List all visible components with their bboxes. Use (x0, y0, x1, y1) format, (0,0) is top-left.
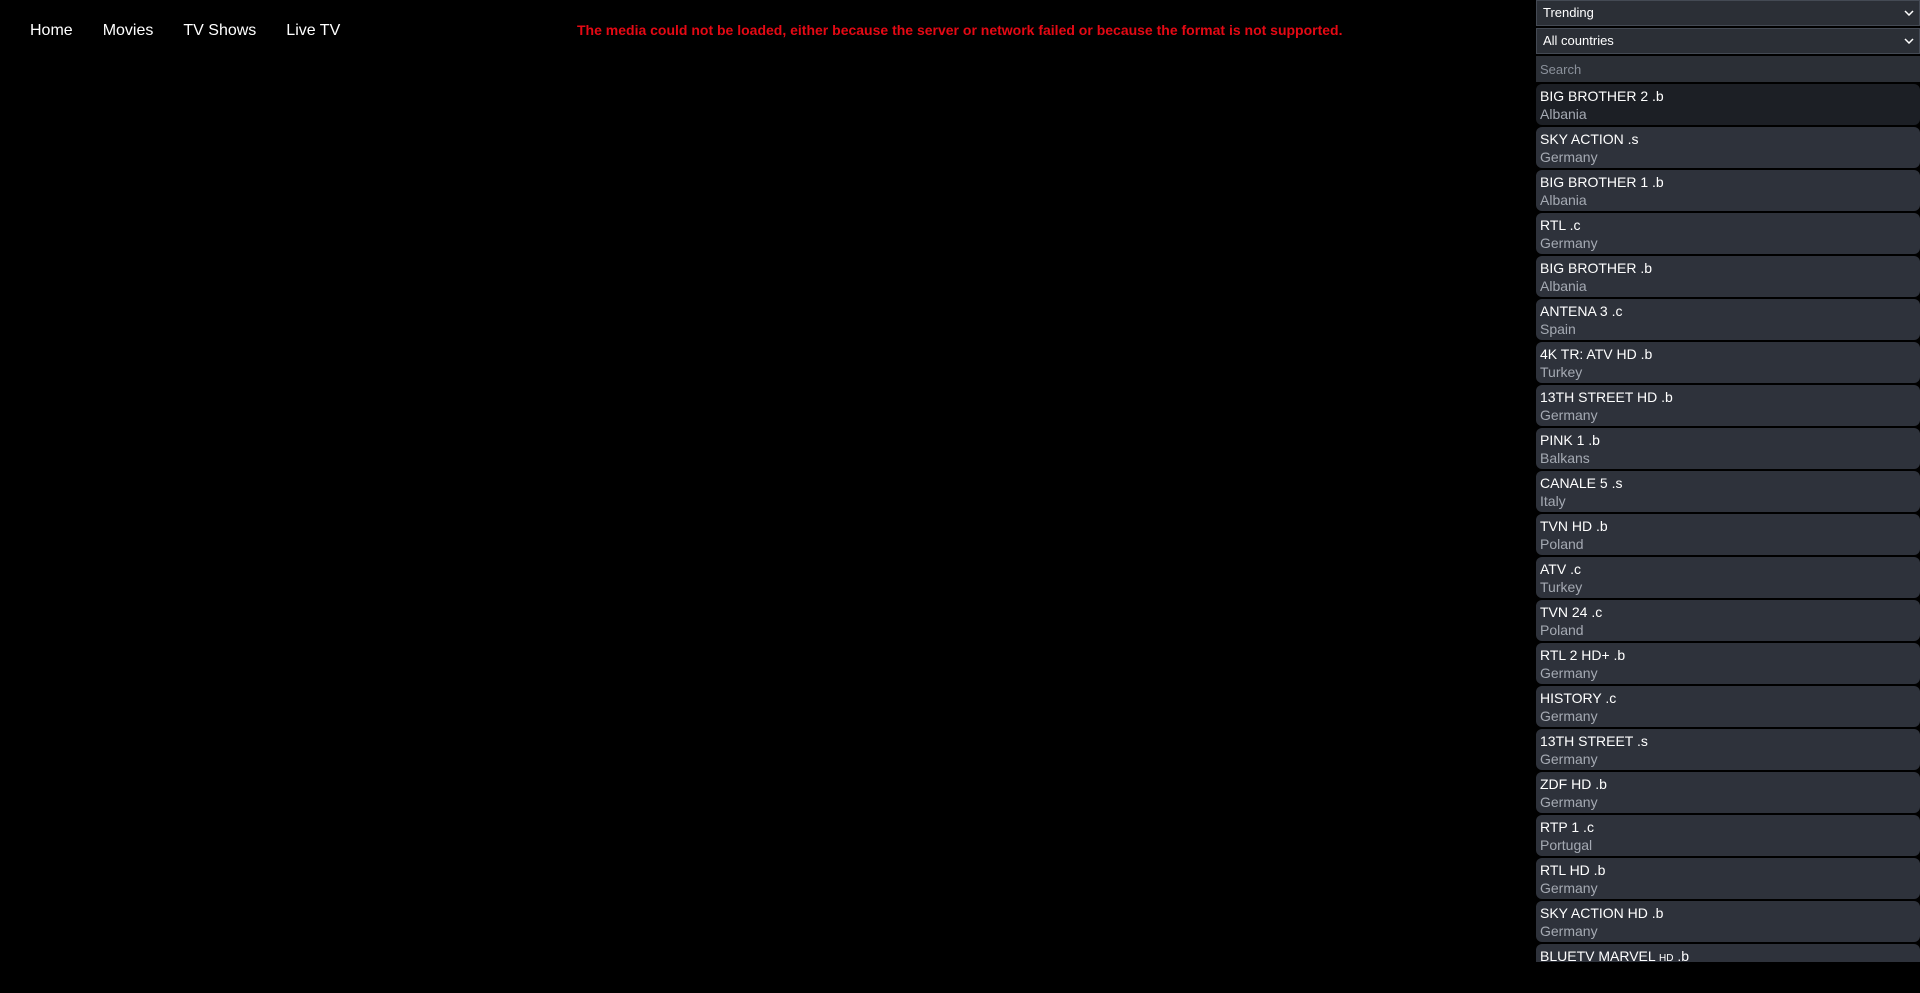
nav-home[interactable]: Home (30, 21, 73, 41)
nav-live-tv[interactable]: Live TV (286, 21, 340, 41)
channel-country: Germany (1540, 923, 1598, 939)
channel-name: BLUETV MARVEL HD .b (1540, 948, 1920, 962)
channel-name: SKY ACTION HD .b (1540, 905, 1664, 921)
channel-country: Portugal (1540, 837, 1593, 853)
channel-name: RTL .c (1540, 217, 1581, 233)
channel-item[interactable]: RTL 2 HD+ .b Germany (1536, 643, 1920, 684)
channel-item[interactable]: BIG BROTHER .b Albania (1536, 256, 1920, 297)
channel-name: TVN 24 .c (1540, 604, 1603, 620)
channel-name: 13TH STREET HD .b (1540, 389, 1673, 405)
channel-name-suffix: .b (1673, 948, 1690, 962)
main-nav: Home Movies TV Shows Live TV (30, 21, 370, 41)
search-input[interactable] (1536, 56, 1920, 82)
channel-country: Albania (1540, 106, 1587, 122)
channel-item[interactable]: RTL HD .b Germany (1536, 858, 1920, 899)
channel-sidebar: Trending All countries BIG BROTHER 2 .b A… (1536, 0, 1920, 962)
nav-tv-shows[interactable]: TV Shows (183, 21, 256, 41)
channel-country: Italy (1540, 493, 1566, 509)
channel-name: RTP 1 .c (1540, 819, 1594, 835)
channel-country: Turkey (1540, 579, 1583, 595)
channel-name: BIG BROTHER 1 .b (1540, 174, 1664, 190)
channel-name: BIG BROTHER 2 .b (1540, 88, 1664, 104)
channel-name: BIG BROTHER .b (1540, 260, 1653, 276)
channel-country: Germany (1540, 751, 1598, 767)
channel-item[interactable]: HISTORY .c Germany (1536, 686, 1920, 727)
channel-name: SKY ACTION .s (1540, 131, 1639, 147)
channel-country: Poland (1540, 536, 1584, 552)
channel-name: TVN HD .b (1540, 518, 1608, 534)
chevron-down-icon (1903, 1, 1915, 25)
channel-name: ATV .c (1540, 561, 1581, 577)
channel-item[interactable]: PINK 1 .b Balkans (1536, 428, 1920, 469)
channel-name: CANALE 5 .s (1540, 475, 1623, 491)
channel-name: ANTENA 3 .c (1540, 303, 1623, 319)
channel-name: RTL HD .b (1540, 862, 1606, 878)
channel-item[interactable]: 4K TR: ATV HD .b Turkey (1536, 342, 1920, 383)
sort-select-value: Trending (1543, 5, 1594, 20)
channel-item[interactable]: SKY ACTION HD .b Germany (1536, 901, 1920, 942)
channel-country: Spain (1540, 321, 1576, 337)
channel-item[interactable]: BLUETV MARVEL HD .b (1536, 944, 1920, 962)
channel-country: Germany (1540, 708, 1598, 724)
channel-country: Albania (1540, 278, 1587, 294)
channel-country: Balkans (1540, 450, 1590, 466)
country-select-value: All countries (1543, 33, 1614, 48)
chevron-down-icon (1903, 29, 1915, 53)
channel-item[interactable]: TVN 24 .c Poland (1536, 600, 1920, 641)
channel-item[interactable]: CANALE 5 .s Italy (1536, 471, 1920, 512)
channel-item[interactable]: RTL .c Germany (1536, 213, 1920, 254)
channel-name: RTL 2 HD+ .b (1540, 647, 1626, 663)
channel-country: Turkey (1540, 364, 1583, 380)
channel-name: ZDF HD .b (1540, 776, 1607, 792)
channel-item[interactable]: 13TH STREET HD .b Germany (1536, 385, 1920, 426)
channel-country: Germany (1540, 149, 1598, 165)
channel-country: Poland (1540, 622, 1584, 638)
channel-item[interactable]: 13TH STREET .s Germany (1536, 729, 1920, 770)
country-select[interactable]: All countries (1536, 28, 1920, 54)
channel-country: Germany (1540, 407, 1598, 423)
channel-name: PINK 1 .b (1540, 432, 1600, 448)
channel-item[interactable]: RTP 1 .c Portugal (1536, 815, 1920, 856)
nav-movies[interactable]: Movies (103, 21, 154, 41)
channel-name: 13TH STREET .s (1540, 733, 1648, 749)
channel-item[interactable]: BIG BROTHER 1 .b Albania (1536, 170, 1920, 211)
channel-item[interactable]: ATV .c Turkey (1536, 557, 1920, 598)
channel-name: 4K TR: ATV HD .b (1540, 346, 1653, 362)
channel-item[interactable]: ZDF HD .b Germany (1536, 772, 1920, 813)
page: Home Movies TV Shows Live TV The media c… (0, 0, 1920, 993)
channel-item[interactable]: TVN HD .b Poland (1536, 514, 1920, 555)
channel-name-hd: HD (1659, 953, 1674, 962)
channel-name: HISTORY .c (1540, 690, 1617, 706)
channel-country: Germany (1540, 665, 1598, 681)
sort-select[interactable]: Trending (1536, 0, 1920, 26)
channel-country: Germany (1540, 235, 1598, 251)
player-error-message: The media could not be loaded, either be… (577, 22, 1343, 38)
channel-item[interactable]: BIG BROTHER 2 .b Albania (1536, 84, 1920, 125)
channel-item[interactable]: ANTENA 3 .c Spain (1536, 299, 1920, 340)
channel-country: Albania (1540, 192, 1587, 208)
channel-name-prefix: BLUETV MARVEL (1540, 948, 1660, 962)
channel-country: Germany (1540, 794, 1598, 810)
channel-country: Germany (1540, 880, 1598, 896)
channel-item[interactable]: SKY ACTION .s Germany (1536, 127, 1920, 168)
channel-list: BIG BROTHER 2 .b Albania SKY ACTION .s Germ… (1536, 84, 1920, 962)
